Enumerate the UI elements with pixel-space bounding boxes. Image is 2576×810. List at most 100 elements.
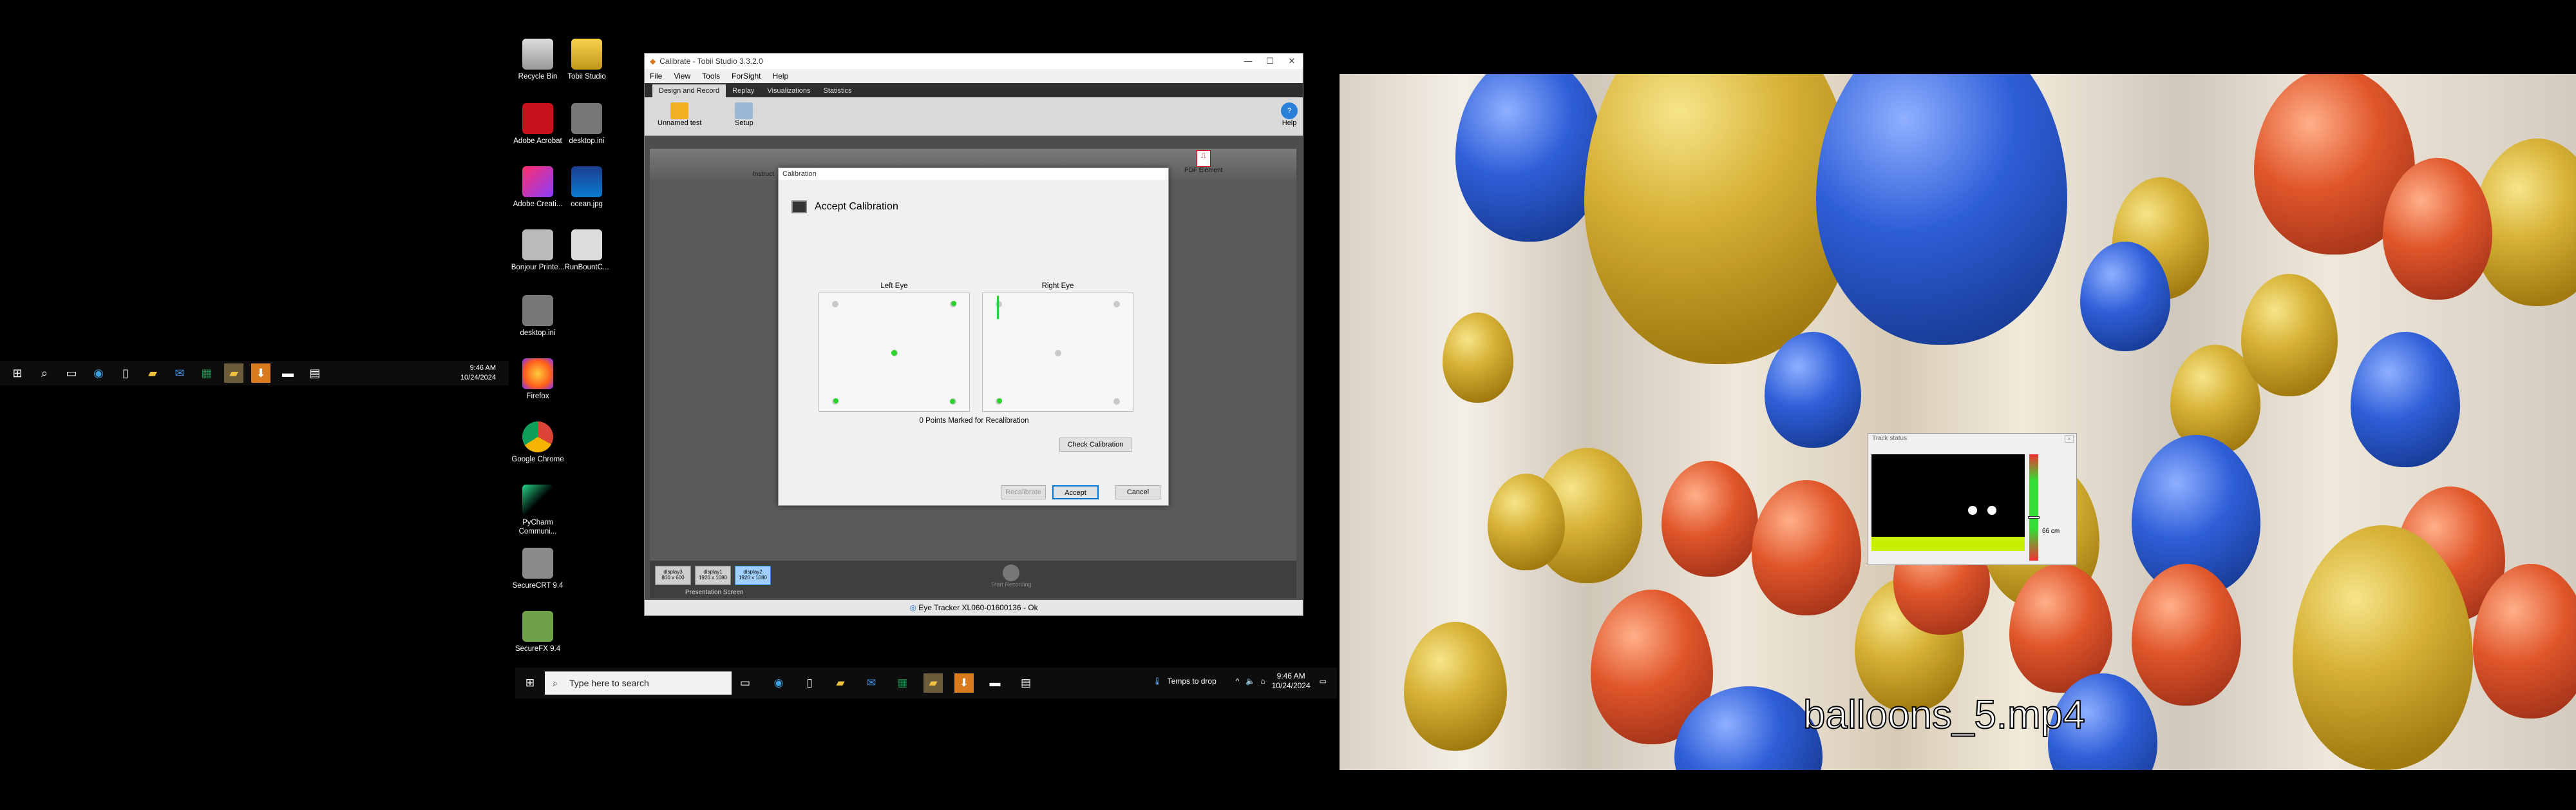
desktop-icon-runbountc[interactable]: RunBountC... (558, 229, 616, 272)
tobii-app-icon: ◆ (650, 57, 656, 66)
weather-text[interactable]: Temps to drop (1168, 677, 1217, 686)
windows-start-icon[interactable]: ⊞ (8, 363, 27, 383)
menu-tools[interactable]: Tools (702, 72, 720, 81)
left-taskbar: ⊞ ⌕ ▭ ◉ ▯ ▰ ✉ ▦ ▰ ⬇ ▬ ▤ 9:46 AM 10/24/20… (0, 361, 509, 385)
track-status-display (1871, 454, 2025, 551)
calibration-point[interactable] (1113, 301, 1120, 307)
tab-statistics[interactable]: Statistics (817, 84, 858, 97)
task-view-icon[interactable]: ▭ (735, 673, 755, 693)
desktop-icon-label: desktop.ini (569, 137, 605, 145)
tab-design-and-record[interactable]: Design and Record (652, 84, 726, 97)
menu-bar: File View Tools ForSight Help (645, 69, 1303, 83)
chevron-up-icon[interactable]: ^ (1236, 677, 1240, 686)
file-icon[interactable]: ▯ (116, 363, 135, 383)
accept-calibration-heading: Accept Calibration (815, 201, 898, 212)
file-explorer-icon[interactable]: ▰ (831, 673, 850, 693)
eye-tracker-icon: ◎ (909, 603, 916, 612)
printer-icon (522, 229, 553, 260)
track-status-window[interactable]: Track status × 66 cm (1868, 433, 2077, 565)
windows-start-icon[interactable]: ⊞ (520, 673, 540, 693)
window-title: Calibrate - Tobii Studio 3.3.2.0 (659, 57, 763, 66)
desktop-icon-securefx[interactable]: SecureFX 9.4 (509, 611, 567, 653)
balloon-image (1455, 74, 1604, 242)
app-window-icon[interactable]: ▤ (305, 363, 325, 383)
search-placeholder: Type here to search (569, 678, 649, 688)
settings-file-icon (522, 295, 553, 326)
recalibrate-button[interactable]: Recalibrate (1001, 485, 1046, 499)
excel-icon[interactable]: ▦ (197, 363, 216, 383)
menu-view[interactable]: View (674, 72, 690, 81)
file-icon[interactable]: ▯ (800, 673, 819, 693)
pycharm-icon (522, 485, 553, 516)
balloon-image (2241, 274, 2338, 396)
notification-icon[interactable]: ▭ (1320, 677, 1327, 686)
calibration-point[interactable] (1113, 398, 1120, 405)
accept-button[interactable]: Accept (1052, 485, 1099, 499)
tab-replay[interactable]: Replay (726, 84, 761, 97)
display-thumb[interactable]: display1 1920 x 1080 (695, 566, 731, 585)
clock[interactable]: 9:46 AM 10/24/2024 (1272, 671, 1311, 691)
test-button[interactable]: Unnamed test (658, 102, 701, 127)
desktop-icon-label: SecureCRT 9.4 (512, 582, 564, 590)
display-name: display1 (703, 569, 723, 575)
search-icon[interactable]: ⌕ (35, 363, 54, 383)
setup-button[interactable]: Setup (735, 102, 753, 127)
folder-icon[interactable]: ▰ (224, 363, 243, 383)
mail-icon[interactable]: ✉ (170, 363, 189, 383)
file-explorer-icon[interactable]: ▰ (143, 363, 162, 383)
close-icon[interactable]: × (2065, 435, 2074, 443)
speaker-icon[interactable]: 🔈 (1245, 677, 1255, 686)
folder-icon[interactable]: ▰ (923, 673, 943, 693)
window-titlebar[interactable]: ◆ Calibrate - Tobii Studio 3.3.2.0 — ☐ ✕ (645, 53, 1303, 69)
left-eye-plot[interactable] (819, 293, 970, 412)
desktop-icon-chrome[interactable]: Google Chrome (509, 421, 567, 464)
network-icon[interactable]: ⌂ (1260, 677, 1265, 686)
desktop-icon-firefox[interactable]: Firefox (509, 358, 567, 401)
display-thumb-selected[interactable]: display2 1920 x 1080 (735, 566, 771, 585)
check-calibration-button[interactable]: Check Calibration (1059, 438, 1132, 452)
left-clock[interactable]: 9:46 AM 10/24/2024 (460, 363, 496, 383)
gaze-sample (951, 301, 956, 306)
desktop-icon-desktop-ini[interactable]: desktop.ini (558, 103, 616, 146)
menu-file[interactable]: File (650, 72, 662, 81)
tobii-icon[interactable]: ⬇ (251, 363, 270, 383)
desktop-icon-securecrt[interactable]: SecureCRT 9.4 (509, 548, 567, 590)
app-window-icon[interactable]: ▤ (1016, 673, 1036, 693)
cancel-button[interactable]: Cancel (1115, 485, 1160, 499)
display-thumb[interactable]: display3 800 x 600 (655, 566, 691, 585)
menu-help[interactable]: Help (773, 72, 789, 81)
right-eye-plot[interactable] (982, 293, 1133, 412)
instruction-label[interactable]: Instruct (753, 171, 774, 178)
desktop-icon-desktop-ini-2[interactable]: desktop.ini (509, 295, 567, 338)
excel-icon[interactable]: ▦ (893, 673, 912, 693)
weather-icon[interactable]: 🌡 (1152, 677, 1162, 686)
pdf-element-button[interactable]: ⎍ PDF Element (1184, 150, 1222, 174)
presentation-screen-label: Presentation Screen (685, 589, 744, 596)
menu-forsight[interactable]: ForSight (732, 72, 761, 81)
close-icon[interactable]: ✕ (1281, 53, 1303, 69)
help-button[interactable]: ? Help (1281, 102, 1298, 127)
terminal-icon[interactable]: ▬ (985, 673, 1005, 693)
taskbar-search-input[interactable]: ⌕ Type here to search (545, 671, 732, 695)
tab-visualizations[interactable]: Visualizations (761, 84, 817, 97)
minimize-icon[interactable]: — (1237, 53, 1259, 69)
clock-date: 10/24/2024 (1271, 681, 1311, 690)
terminal-icon[interactable]: ▬ (278, 363, 298, 383)
maximize-icon[interactable]: ☐ (1259, 53, 1281, 69)
calibration-point[interactable] (1055, 350, 1061, 356)
tobii-taskbar-icon[interactable]: ⬇ (954, 673, 974, 693)
settings-file-icon (571, 103, 602, 134)
setup-icon (735, 102, 753, 119)
task-view-icon[interactable]: ▭ (62, 363, 81, 383)
edge-icon[interactable]: ◉ (89, 363, 108, 383)
desktop-icon-tobii-studio[interactable]: Tobii Studio (558, 39, 616, 81)
desktop-icon-pycharm[interactable]: PyCharm Communi... (509, 485, 567, 536)
start-recording-button[interactable]: Start Recording (991, 564, 1032, 588)
desktop-icon-ocean-jpg[interactable]: ocean.jpg (558, 166, 616, 209)
mail-icon[interactable]: ✉ (862, 673, 881, 693)
edge-icon[interactable]: ◉ (769, 673, 788, 693)
calibration-point[interactable] (832, 301, 838, 307)
desktop-icon-label: desktop.ini (520, 329, 556, 337)
creative-cloud-icon (522, 166, 553, 197)
start-recording-label: Start Recording (991, 581, 1032, 588)
